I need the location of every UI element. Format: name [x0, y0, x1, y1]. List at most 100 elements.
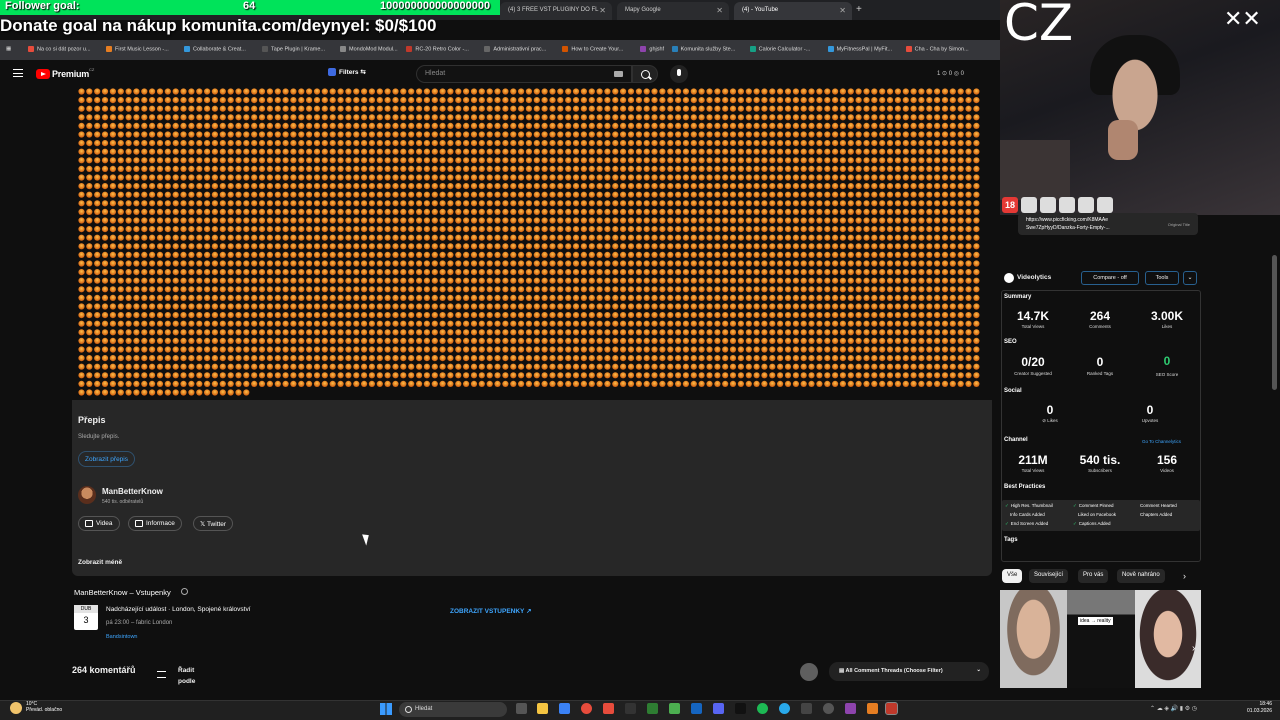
apps-icon[interactable]: ▦ [6, 46, 11, 52]
browser-tab-active[interactable]: (4) - YouTube ✕ [734, 2, 852, 20]
bookmark-item[interactable]: ghjshf [640, 46, 664, 52]
bookmark-item[interactable]: Na co si dát pozor u... [28, 46, 91, 52]
twitter-button[interactable]: 𝕏 Twitter [193, 516, 234, 531]
sort-icon[interactable] [157, 671, 166, 678]
go-to-channelytics-link[interactable]: Go To Channelytics [1142, 439, 1181, 444]
bookmark-item[interactable]: How to Create Your... [562, 46, 623, 52]
tools-button[interactable]: Tools [1145, 271, 1179, 285]
bookmark-item[interactable]: RC-20 Retro Color -... [406, 46, 469, 52]
chevron-right-icon[interactable]: › [1192, 643, 1195, 654]
info-icon[interactable] [181, 588, 188, 595]
hamburger-menu-icon[interactable] [13, 69, 23, 77]
tags-heading: Tags [1004, 537, 1018, 543]
video-player[interactable] [72, 88, 992, 398]
close-icon[interactable]: ✕ [716, 6, 723, 15]
bookmark-item[interactable]: Calorie Calculator -... [749, 46, 811, 53]
info-button[interactable]: Informace [128, 516, 182, 531]
app-icon[interactable] [845, 703, 856, 714]
bp-item: ✓ Comment Pinned [1073, 503, 1114, 509]
bookmark-favicon-icon [562, 46, 569, 52]
show-less-button[interactable]: Zobrazit méně [78, 559, 122, 566]
comment-threads-filter[interactable]: ▤ All Comment Threads (Choose Filter) ⌄ [829, 662, 989, 681]
tab-title: (4) - YouTube [742, 7, 779, 13]
summary-heading: Summary [1004, 294, 1032, 300]
search-button[interactable] [632, 65, 658, 83]
tickets-title: ManBetterKnow – Vstupenky [74, 588, 171, 597]
chip-all[interactable]: Vše [1002, 569, 1023, 583]
app-icon[interactable] [625, 703, 636, 714]
gun-icon [1078, 197, 1094, 213]
chip-related[interactable]: Související [1029, 569, 1069, 583]
steam-icon[interactable] [691, 703, 702, 714]
close-icon[interactable]: ✕ [839, 6, 846, 15]
discord-icon[interactable] [713, 703, 724, 714]
bookmark-label: Cha - Cha by Simon... [914, 46, 969, 53]
app-icon[interactable] [647, 703, 658, 714]
task-view-icon[interactable] [516, 703, 527, 714]
bookmark-item[interactable]: Tape Plugin | Krame... [262, 46, 325, 52]
videos-count-value: 156 [1156, 453, 1178, 467]
link-line-1: https://www.piccficking.com/K8MAAe [1026, 217, 1108, 223]
taskbar-clock[interactable]: 18:46 01.03.2026 [1222, 701, 1272, 715]
weather-widget[interactable]: 10°C Převád. oblačno [26, 701, 62, 713]
bookmark-item[interactable]: First Music Lesson -... [106, 46, 169, 52]
chip-for-you[interactable]: Pro vás [1078, 569, 1109, 583]
telegram-icon[interactable] [779, 703, 790, 714]
spotify-icon[interactable] [757, 703, 768, 714]
weather-icon[interactable] [10, 702, 22, 714]
xbox-icon[interactable] [669, 703, 680, 714]
taskbar-search[interactable]: Hledat [399, 702, 507, 717]
keyboard-icon[interactable] [614, 71, 623, 77]
thumbnail-studio [1067, 590, 1135, 688]
event-time: pá 23:00 – fabric London [106, 620, 173, 626]
comments-value: 264 [1089, 309, 1111, 323]
seo-score-label: SEO Score [1155, 372, 1179, 377]
file-explorer-icon[interactable] [537, 703, 548, 714]
app-icon[interactable] [801, 703, 812, 714]
bookmark-item[interactable]: MondoMod Modul... [340, 46, 398, 52]
event-source-link[interactable]: Bandsintown [106, 634, 138, 640]
bookmark-item[interactable]: MyFitnessPal | MyFit... [827, 46, 892, 52]
chevron-right-icon[interactable]: › [1183, 571, 1186, 581]
sort-button[interactable]: Řadit podle [178, 665, 208, 687]
chat-bubble-icon [1021, 197, 1037, 213]
compare-toggle[interactable]: Compare - off [1081, 271, 1139, 285]
channel-avatar[interactable] [78, 486, 96, 504]
search-input[interactable]: Hledat [416, 65, 632, 83]
fl-studio-icon[interactable] [885, 702, 898, 715]
microphone-icon[interactable] [670, 65, 688, 83]
thumbnail-person-left [1000, 590, 1067, 688]
link-card[interactable]: https://www.piccficking.com/K8MAAe Swe7Zp… [1018, 213, 1198, 235]
obs-icon[interactable] [823, 703, 834, 714]
app-icon[interactable] [603, 703, 614, 714]
windows-start-icon[interactable] [380, 703, 392, 715]
chip-recently-uploaded[interactable]: Nově nahráno [1117, 569, 1165, 583]
new-tab-icon[interactable]: + [856, 4, 862, 15]
bookmark-item[interactable]: Cha - Cha by Simon... [905, 46, 969, 53]
channel-name[interactable]: ManBetterKnow [102, 487, 163, 496]
youtube-premium-label[interactable]: Premium [52, 69, 89, 79]
tab-title: (4) 3 FREE VST PLUGINY DO FL [508, 7, 599, 13]
videos-button[interactable]: Videa [78, 516, 120, 531]
youtube-logo-icon[interactable] [36, 69, 50, 79]
bp-label: Comment Pinned [1078, 503, 1114, 508]
cloud-icon[interactable] [800, 663, 818, 681]
close-icon[interactable]: ✕ [599, 6, 606, 15]
webcam-background-light [1000, 140, 1070, 200]
system-tray[interactable]: ⌃ ☁ ◈ 🔊 ▮ ⚙ ◷ [1150, 705, 1197, 712]
page-scrollbar[interactable] [1272, 255, 1277, 390]
chevron-down-icon[interactable]: ⌄ [1183, 271, 1197, 285]
bookmark-item[interactable]: Administrativní prac... [484, 46, 546, 52]
bookmark-item[interactable]: Collaborate & Creat... [184, 46, 246, 52]
filters-button[interactable]: Filters ⇆ [328, 68, 376, 82]
tiktok-icon[interactable] [735, 703, 746, 714]
browser-tab[interactable]: Mapy Google ✕ [617, 2, 729, 20]
app-icon[interactable] [867, 703, 878, 714]
bookmark-item[interactable]: Komunita služby Ste... [671, 46, 735, 52]
bookmark-label: Calorie Calculator -... [758, 46, 811, 53]
browser-tab[interactable]: (4) 3 FREE VST PLUGINY DO FL ✕ [500, 2, 612, 20]
show-transcript-button[interactable]: Zobrazit přepis [78, 451, 135, 467]
show-tickets-button[interactable]: ZOBRAZIT VSTUPENKY ↗ [450, 607, 532, 615]
chrome-icon[interactable] [581, 703, 592, 714]
store-icon[interactable] [559, 703, 570, 714]
